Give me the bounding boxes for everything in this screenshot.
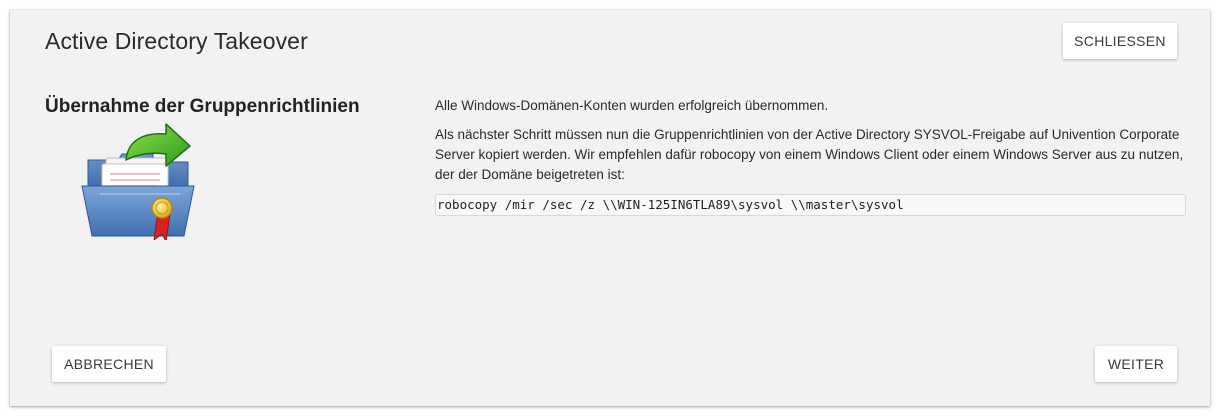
close-button[interactable]: SCHLIESSEN — [1063, 23, 1177, 59]
next-button[interactable]: WEITER — [1095, 346, 1177, 382]
page-subtitle: Übernahme der Gruppenrichtlinien — [45, 96, 360, 117]
content-area: Alle Windows-Domänen-Konten wurden erfol… — [435, 96, 1186, 216]
takeover-dialog: Active Directory Takeover SCHLIESSEN Übe… — [10, 10, 1210, 406]
success-message: Alle Windows-Domänen-Konten wurden erfol… — [435, 98, 829, 113]
instructions-text: Als nächster Schritt müssen nun die Grup… — [435, 127, 1184, 182]
robocopy-command[interactable]: robocopy /mir /sec /z \\WIN-125IN6TLA89\… — [435, 194, 1186, 216]
cancel-button[interactable]: ABBRECHEN — [52, 346, 166, 382]
folder-certificate-arrow-icon — [78, 120, 198, 244]
dialog-title: Active Directory Takeover — [45, 28, 308, 54]
